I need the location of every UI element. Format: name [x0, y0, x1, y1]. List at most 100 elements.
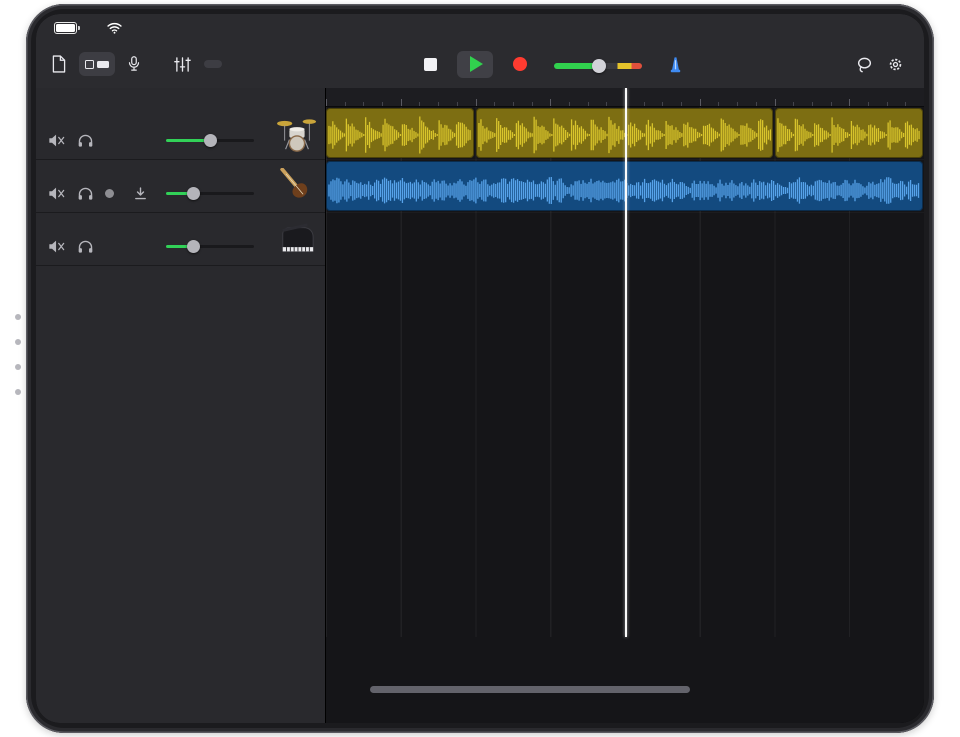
volume-slider[interactable]: [166, 186, 254, 200]
track-header[interactable]: [36, 213, 325, 266]
record-enable-button[interactable]: [99, 183, 119, 203]
battery-icon: [54, 22, 77, 34]
ruler-tick: [887, 102, 888, 106]
ruler-tick: [438, 102, 439, 106]
status-bar: [36, 18, 924, 38]
bass-guitar-icon[interactable]: [274, 167, 320, 207]
solo-button[interactable]: [75, 183, 95, 203]
track-header-column: [36, 88, 326, 723]
drum-kit-icon[interactable]: [274, 114, 320, 154]
track-header[interactable]: [36, 107, 325, 160]
solo-button[interactable]: [75, 236, 95, 256]
ipad-side-buttons: [15, 314, 21, 395]
wifi-icon: [107, 22, 122, 34]
ruler-tick: [644, 102, 645, 106]
volume-slider[interactable]: [166, 239, 254, 253]
settings-gear-icon: [887, 56, 904, 73]
ruler-tick: [905, 102, 906, 106]
region[interactable]: [326, 108, 474, 158]
ruler-tick: [756, 102, 757, 106]
speaker-mute-icon: [48, 240, 65, 253]
ruler-tick: [681, 102, 682, 106]
stop-button[interactable]: [424, 58, 437, 71]
loop-browser-button[interactable]: [856, 56, 873, 73]
grand-piano-icon[interactable]: [274, 220, 320, 260]
mute-button[interactable]: [46, 236, 66, 256]
ruler-tick: [793, 102, 794, 106]
ruler-tick: [550, 99, 551, 106]
stop-icon: [424, 58, 437, 71]
volume-slider-knob[interactable]: [592, 59, 606, 73]
record-button[interactable]: [513, 57, 527, 71]
mute-button[interactable]: [46, 130, 66, 150]
ruler-tick: [532, 102, 533, 106]
status-left-cluster: [54, 22, 122, 34]
ruler-tick: [476, 99, 477, 106]
volume-slider-knob[interactable]: [187, 187, 200, 200]
toolbar-right-group: [856, 40, 918, 88]
input-monitor-icon: [134, 187, 147, 200]
input-monitor-button[interactable]: [130, 183, 150, 203]
ruler-tick: [326, 99, 327, 106]
ruler-tick: [363, 102, 364, 106]
ruler-tick: [775, 99, 776, 106]
playhead[interactable]: [625, 88, 627, 637]
ruler-tick: [419, 102, 420, 106]
speaker-mute-icon: [48, 134, 65, 147]
volume-slider-knob[interactable]: [187, 240, 200, 253]
ruler-tick: [700, 99, 701, 106]
ruler-tick: [812, 102, 813, 106]
ruler-tick: [849, 99, 850, 106]
ruler-tick: [737, 102, 738, 106]
ruler-tick: [401, 99, 402, 106]
battery-charging-icon: [91, 24, 100, 33]
track-header[interactable]: [36, 160, 325, 213]
microphone-icon: [128, 56, 140, 72]
ruler-tick: [868, 102, 869, 106]
ipad-device: [26, 4, 934, 733]
master-volume-slider[interactable]: [554, 63, 642, 69]
region[interactable]: [775, 108, 923, 158]
ruler-tick: [382, 102, 383, 106]
region-waveform: [328, 114, 472, 156]
region-block-icon: [85, 60, 94, 69]
toolbar: [36, 40, 924, 88]
volume-slider-knob[interactable]: [204, 134, 217, 147]
headphones-icon: [78, 134, 93, 147]
audio-recorder-button[interactable]: [128, 56, 140, 72]
record-icon: [513, 57, 527, 71]
headphones-icon: [78, 187, 93, 200]
ruler-tick: [457, 102, 458, 106]
mixer-icon: [174, 57, 191, 72]
play-icon: [470, 56, 483, 72]
garageband-app: [36, 14, 924, 723]
ruler-tick: [831, 102, 832, 106]
ruler-tick: [569, 102, 570, 106]
speaker-mute-icon: [48, 187, 65, 200]
loop-browser-icon: [856, 56, 873, 73]
ruler-tick: [345, 102, 346, 106]
timeline[interactable]: [326, 88, 924, 723]
song-browser-button[interactable]: [52, 55, 66, 73]
ruler-tick: [494, 102, 495, 106]
region-waveform: [777, 114, 921, 156]
transport-controls: [424, 40, 527, 88]
settings-button[interactable]: [887, 56, 904, 73]
ruler-tick: [588, 102, 589, 106]
horizontal-scrollbar[interactable]: [370, 686, 690, 693]
ruler-tick: [513, 102, 514, 106]
toolbar-left-group: [52, 40, 222, 88]
mute-button[interactable]: [46, 183, 66, 203]
metronome-button[interactable]: [666, 40, 685, 88]
solo-button[interactable]: [75, 130, 95, 150]
volume-slider[interactable]: [166, 133, 254, 147]
fx-button[interactable]: [204, 60, 222, 68]
tracks-area: [36, 88, 924, 723]
region-block-icon: [97, 61, 109, 68]
ruler-tick: [662, 102, 663, 106]
headphones-icon: [78, 240, 93, 253]
ruler-tick: [606, 102, 607, 106]
tracks-view-button[interactable]: [79, 52, 115, 76]
track-controls-button[interactable]: [174, 57, 191, 72]
play-button[interactable]: [457, 51, 493, 78]
